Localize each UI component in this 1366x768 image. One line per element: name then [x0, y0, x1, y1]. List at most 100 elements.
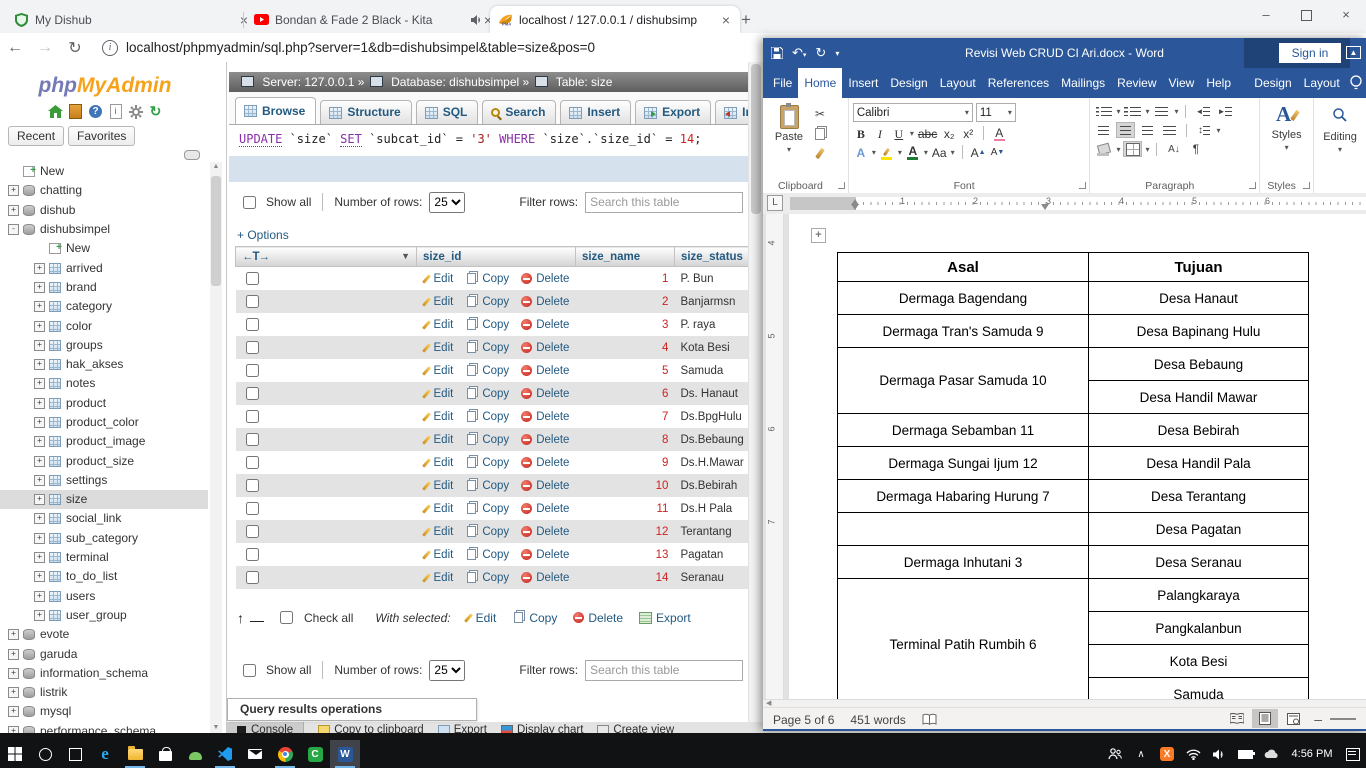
expand-icon[interactable]: +: [8, 205, 19, 216]
show-all-checkbox[interactable]: [243, 664, 256, 677]
edit-link[interactable]: Edit: [423, 292, 454, 311]
dialog-launcher-icon[interactable]: [1303, 182, 1310, 189]
expand-icon[interactable]: +: [8, 185, 19, 196]
check-all-label[interactable]: Check all: [304, 611, 353, 625]
row-checkbox[interactable]: [246, 341, 259, 354]
sidebar-item-label[interactable]: user_group: [66, 606, 127, 625]
table-move-handle-icon[interactable]: +: [811, 228, 826, 243]
shrink-font-button[interactable]: A▼: [990, 144, 1006, 160]
sidebar-item-label[interactable]: notes: [66, 374, 95, 393]
bullets-button[interactable]: [1094, 103, 1113, 119]
doc-table-cell[interactable]: Dermaga Sungai Ijum 12: [838, 447, 1089, 480]
copy-link[interactable]: Copy: [465, 430, 509, 449]
docs-icon[interactable]: i: [108, 104, 123, 119]
sidebar-scrollbar[interactable]: ▲ ▼: [210, 162, 222, 733]
android-emulator-icon[interactable]: [180, 740, 210, 768]
expand-icon[interactable]: +: [34, 533, 45, 544]
underline-dropdown-icon[interactable]: ▾: [910, 129, 914, 138]
doc-table-cell[interactable]: Desa Bebaung: [1089, 348, 1309, 381]
delete-link[interactable]: Delete: [521, 499, 569, 518]
decrease-indent-button[interactable]: ◄: [1193, 103, 1212, 119]
highlight-button[interactable]: [879, 144, 895, 160]
superscript-button[interactable]: x²: [960, 125, 976, 141]
taskbar-clock[interactable]: 4:56 PM: [1284, 740, 1340, 768]
onedrive-cloud-icon[interactable]: [1258, 740, 1284, 768]
file-explorer-icon[interactable]: [120, 740, 150, 768]
copy-link[interactable]: Copy: [465, 269, 509, 288]
doc-table-cell[interactable]: [838, 513, 1089, 546]
microsoft-store-icon[interactable]: [150, 740, 180, 768]
sidebar-item-label[interactable]: groups: [66, 336, 103, 355]
sidebar-item-label[interactable]: information_schema: [40, 664, 148, 683]
row-checkbox[interactable]: [246, 502, 259, 515]
web-layout-icon[interactable]: [1280, 709, 1306, 728]
dialog-launcher-icon[interactable]: [838, 182, 845, 189]
options-link[interactable]: + Options: [237, 228, 289, 242]
edit-link[interactable]: Edit: [423, 545, 454, 564]
doc-table-cell[interactable]: Desa Handil Pala: [1089, 447, 1309, 480]
sign-in-button[interactable]: Sign in: [1279, 43, 1341, 63]
row-checkbox[interactable]: [246, 456, 259, 469]
doc-table-cell[interactable]: Desa Terantang: [1089, 480, 1309, 513]
volume-icon[interactable]: [1206, 740, 1232, 768]
sidebar-item-label[interactable]: performance_schema: [40, 722, 156, 733]
borders-button[interactable]: [1123, 141, 1142, 157]
chrome-icon[interactable]: [270, 740, 300, 768]
strikethrough-button[interactable]: abc: [917, 125, 938, 141]
xampp-tray-icon[interactable]: X: [1154, 740, 1180, 768]
browser-tab-youtube[interactable]: Bondan & Fade 2 Black - Kita ×: [246, 6, 502, 33]
sidebar-item-label[interactable]: product_size: [66, 452, 134, 471]
refresh-icon[interactable]: ↻: [148, 104, 163, 119]
row-checkbox[interactable]: [246, 548, 259, 561]
subscript-button[interactable]: x₂: [941, 125, 957, 141]
doc-table-cell[interactable]: Desa Pagatan: [1089, 513, 1309, 546]
expand-icon[interactable]: +: [34, 359, 45, 370]
cut-icon[interactable]: ✂: [811, 106, 829, 121]
row-checkbox[interactable]: [246, 571, 259, 584]
delete-link[interactable]: Delete: [521, 315, 569, 334]
expand-icon[interactable]: +: [8, 687, 19, 698]
sidebar-item-listrik[interactable]: +listrik: [0, 683, 208, 702]
edge-icon[interactable]: e: [90, 740, 120, 768]
sidebar-item-groups[interactable]: +groups: [0, 336, 208, 355]
print-layout-icon[interactable]: [1252, 709, 1278, 728]
sidebar-item-information_schema[interactable]: +information_schema: [0, 664, 208, 683]
sort-button[interactable]: A↓: [1164, 141, 1183, 157]
sidebar-item-chatting[interactable]: + chatting: [0, 181, 208, 200]
reload-icon[interactable]: ↻: [60, 38, 90, 58]
sidebar-item-new[interactable]: +New: [0, 239, 208, 258]
scrollbar-thumb[interactable]: [751, 64, 761, 214]
edit-link[interactable]: Edit: [423, 430, 454, 449]
expand-icon[interactable]: +: [34, 263, 45, 274]
column-header-size_id[interactable]: size_id: [417, 247, 576, 267]
grow-font-button[interactable]: A▲: [970, 144, 987, 160]
sidebar-item-social_link[interactable]: +social_link: [0, 509, 208, 528]
horizontal-ruler[interactable]: L 123456: [763, 193, 1366, 215]
task-view-button[interactable]: [60, 740, 90, 768]
align-right-button[interactable]: [1138, 122, 1157, 138]
sidebar-item-label[interactable]: chatting: [40, 181, 82, 200]
copy-link[interactable]: Copy: [465, 453, 509, 472]
doc-table-cell[interactable]: Dermaga Habaring Hurung 7: [838, 480, 1089, 513]
edit-link[interactable]: Edit: [423, 315, 454, 334]
expand-icon[interactable]: +: [8, 726, 19, 733]
sidebar-item-label[interactable]: brand: [66, 278, 97, 297]
delete-link[interactable]: Delete: [521, 430, 569, 449]
sidebar-item-garuda[interactable]: +garuda: [0, 644, 208, 663]
sidebar-item-arrived[interactable]: +arrived: [0, 258, 208, 277]
with-selected-delete[interactable]: Delete: [573, 611, 623, 625]
ribbon-tab-design[interactable]: Design: [884, 68, 933, 98]
ribbon-tab-review[interactable]: Review: [1111, 68, 1162, 98]
sidebar-item-settings[interactable]: +settings: [0, 471, 208, 490]
sidebar-item-to_do_list[interactable]: +to_do_list: [0, 567, 208, 586]
doc-table-cell[interactable]: Desa Bebirah: [1089, 414, 1309, 447]
pma-tab-search[interactable]: Search: [482, 100, 556, 124]
edit-link[interactable]: Edit: [423, 384, 454, 403]
forward-icon[interactable]: →: [30, 39, 60, 57]
delete-link[interactable]: Delete: [521, 407, 569, 426]
font-name-combobox[interactable]: Calibri▾: [853, 103, 973, 122]
sidebar-item-label[interactable]: evote: [40, 625, 69, 644]
sidebar-item-terminal[interactable]: +terminal: [0, 548, 208, 567]
word-taskbar-icon[interactable]: W: [330, 740, 360, 768]
expand-icon[interactable]: +: [8, 706, 19, 717]
